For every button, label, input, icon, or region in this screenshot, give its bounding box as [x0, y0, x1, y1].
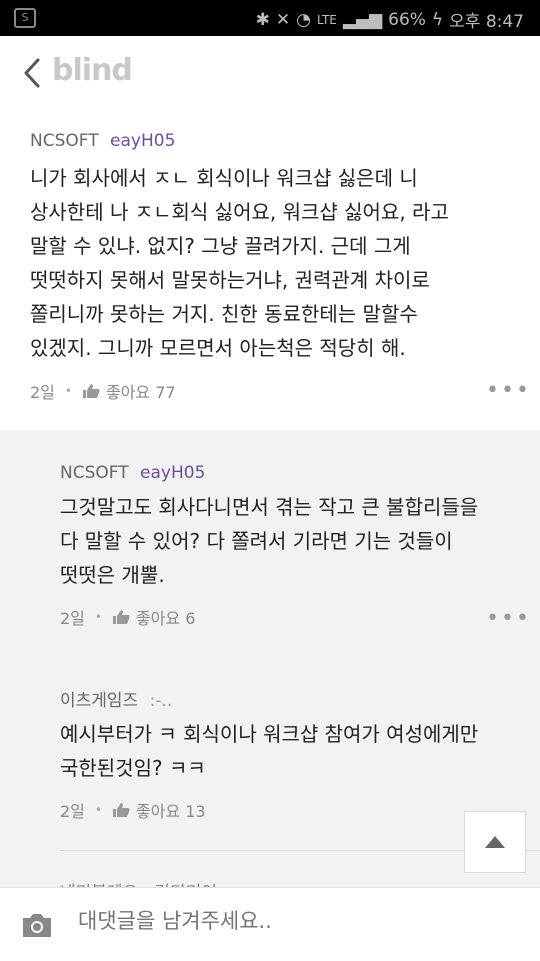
camera-icon[interactable]	[20, 910, 54, 940]
comment-line: 쫄리니까 못하는 거지. 친한 동료한테는 말할수	[30, 302, 418, 326]
status-indicators: ✱ ✕ ◔ LTE ▂▄▆ 66% ϟ 오후 8:47	[255, 7, 524, 33]
comment-line: 떳떳하지 못해서 말못하는거냐, 권력관계 차이로	[30, 268, 430, 292]
battery-label: 66%	[388, 9, 426, 30]
charging-icon: ϟ	[431, 9, 444, 30]
company-label: NCSOFT	[60, 463, 129, 483]
company-label: 이츠게임즈	[60, 691, 139, 711]
username[interactable]: eayH05	[140, 463, 205, 483]
more-dots-icon[interactable]: •••	[486, 606, 531, 631]
comment-body: 니가 회사에서 ㅈㄴ 회식이나 워크샵 싫은데 니 상사한테 나 ㅈㄴ회식 싫어…	[30, 161, 510, 365]
reply-age: 2일	[60, 802, 85, 821]
more-dots-icon[interactable]: •••	[486, 378, 531, 403]
reply-meta: 이츠게임즈 :-..	[60, 686, 172, 711]
reply-meta: NCSOFT eayH05	[60, 463, 205, 483]
network-label: LTE	[316, 12, 337, 27]
mute-icon: ✕	[275, 9, 291, 30]
reply-line: 국한된것임? ㅋㅋ	[60, 756, 206, 780]
status-bar: S ✱ ✕ ◔ LTE ▂▄▆ 66% ϟ 오후 8:47	[0, 0, 540, 36]
reply-line: 예시부터가 ㅋ 회식이나 워크샵 참여가 여성에게만	[60, 722, 479, 746]
like-count: 좋아요 77	[105, 383, 176, 402]
reply-actions: 2일 • 좋아요 13	[60, 798, 206, 822]
app-header: blind	[0, 36, 540, 112]
reply-line: 그것말고도 회사다니면서 겪는 작고 큰 불합리들을	[60, 495, 479, 519]
reply-line: 다 말할 수 있어? 다 쫄려서 기라면 기는 것들이	[60, 529, 453, 553]
company-label: NCSOFT	[30, 131, 99, 151]
blind-logo: blind	[52, 53, 133, 88]
thumbs-up-icon	[82, 384, 100, 398]
reply-actions: 2일 • 좋아요 6	[60, 605, 195, 629]
notification-icon: S	[14, 8, 36, 28]
reply-line: 떳떳은 개뿔.	[60, 563, 165, 587]
comment-actions: 2일 • 좋아요 77	[30, 379, 176, 403]
scroll-top-button[interactable]	[464, 811, 526, 873]
signal-icon: ▂▄▆	[342, 9, 383, 30]
arrow-up-icon	[485, 836, 505, 848]
like-button[interactable]: 좋아요 77	[82, 379, 176, 403]
comment-line: 니가 회사에서 ㅈㄴ 회식이나 워크샵 싫은데 니	[30, 166, 418, 190]
like-count: 좋아요 13	[135, 802, 206, 821]
comment-line: 있겠지. 그니까 모르면서 아는척은 적당히 해.	[30, 336, 406, 360]
thumbs-up-icon	[112, 610, 130, 624]
back-arrow-icon[interactable]	[20, 56, 48, 90]
reply-input[interactable]	[76, 908, 520, 934]
comment-line: 말할 수 있냐. 없지? 그냥 끌려가지. 근데 그게	[30, 234, 411, 258]
like-count: 좋아요 6	[135, 609, 196, 628]
username[interactable]: :-..	[150, 691, 173, 711]
username[interactable]: eayH05	[110, 131, 175, 151]
reply-body: 그것말고도 회사다니면서 겪는 작고 큰 불합리들을 다 말할 수 있어? 다 …	[60, 490, 530, 592]
bluetooth-icon: ✱	[255, 9, 270, 30]
thumbs-up-icon	[112, 803, 130, 817]
reply-age: 2일	[60, 609, 85, 628]
reply-body: 예시부터가 ㅋ 회식이나 워크샵 참여가 여성에게만 국한된것임? ㅋㅋ	[60, 717, 530, 785]
like-button[interactable]: 좋아요 13	[112, 798, 206, 822]
replies-section: NCSOFT eayH05 그것말고도 회사다니면서 겪는 작고 큰 불합리들을…	[0, 430, 540, 888]
partial-next-reply: 네미블레오 · 리디미이	[60, 878, 217, 887]
comment-meta: NCSOFT eayH05	[30, 131, 175, 151]
reply-input-bar	[0, 887, 540, 961]
like-button[interactable]: 좋아요 6	[112, 605, 195, 629]
comment-line: 상사한테 나 ㅈㄴ회식 싫어요, 워크샵 싫어요, 라고	[30, 200, 449, 224]
comment-age: 2일	[30, 383, 55, 402]
alarm-icon: ◔	[296, 9, 311, 30]
clock: 오후 8:47	[449, 12, 524, 32]
